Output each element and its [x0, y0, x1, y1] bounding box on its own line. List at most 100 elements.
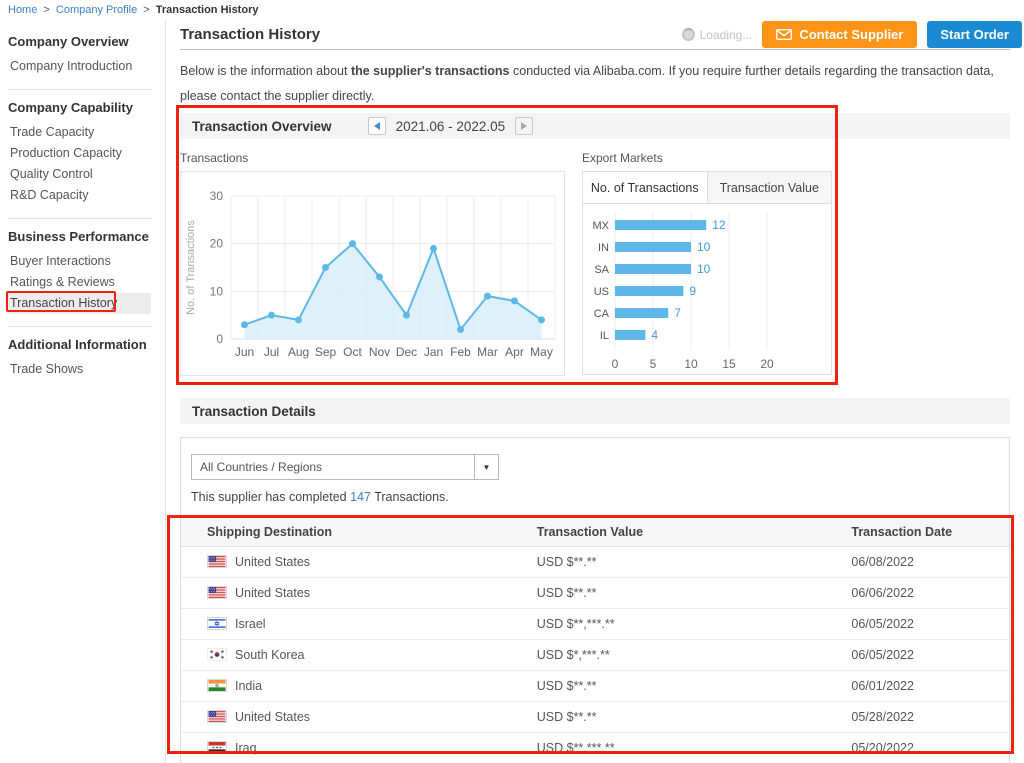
svg-text:5: 5 — [650, 357, 657, 371]
transactions-table: Shipping DestinationTransaction ValueTra… — [181, 516, 1009, 763]
svg-text:Oct: Oct — [343, 345, 362, 359]
transaction-value: USD $**.** — [529, 547, 844, 578]
svg-text:May: May — [530, 345, 553, 359]
svg-text:12: 12 — [712, 218, 726, 232]
sidebar-section-business-performance: Business PerformanceBuyer InteractionsRa… — [8, 221, 165, 322]
table-row: IraqUSD $**,***.**05/20/2022 — [181, 733, 1009, 763]
svg-text:No. of Transactions: No. of Transactions — [185, 220, 197, 315]
svg-text:IN: IN — [598, 242, 609, 254]
flag-il-icon — [207, 617, 227, 630]
sidebar-item-r-d-capacity[interactable]: R&D Capacity — [8, 185, 165, 206]
sidebar-item-ratings-reviews[interactable]: Ratings & Reviews — [8, 272, 165, 293]
flag-us-icon — [207, 555, 227, 568]
export-markets-label: Export Markets — [582, 151, 832, 166]
table-row: United States USD $**.**06/06/2022 — [181, 578, 1009, 609]
transaction-date: 06/01/2022 — [843, 671, 1009, 702]
annotation-box-sidebar — [6, 291, 116, 312]
tab-no-of-transactions[interactable]: No. of Transactions — [583, 172, 708, 203]
chevron-right-icon — [521, 122, 527, 130]
flag-us-icon — [207, 710, 227, 723]
breadcrumb: Home > Company Profile > Transaction His… — [0, 0, 1024, 20]
transaction-date: 06/08/2022 — [843, 547, 1009, 578]
page-title: Transaction History — [180, 26, 320, 43]
date-range-nav: 2021.06 - 2022.05 — [368, 117, 534, 135]
svg-text:10: 10 — [697, 240, 711, 254]
sidebar-divider — [8, 326, 151, 327]
svg-text:Mar: Mar — [477, 345, 498, 359]
breadcrumb-item-company-profile[interactable]: Company Profile — [56, 4, 137, 16]
transaction-value: USD $*,***.** — [529, 640, 844, 671]
sidebar-item-quality-control[interactable]: Quality Control — [8, 164, 165, 185]
country-filter-value: All Countries / Regions — [192, 460, 474, 474]
column-header-transaction-date: Transaction Date — [843, 517, 1009, 547]
details-title: Transaction Details — [180, 404, 316, 419]
main-content: Transaction History Loading... Contact S… — [180, 20, 1010, 763]
transaction-value: USD $**,***.** — [529, 609, 844, 640]
breadcrumb-item-home[interactable]: Home — [8, 4, 37, 16]
envelope-icon — [776, 29, 792, 40]
shipping-destination: Israel — [235, 617, 266, 631]
svg-text:15: 15 — [722, 357, 736, 371]
sidebar-item-production-capacity[interactable]: Production Capacity — [8, 143, 165, 164]
transaction-date: 05/20/2022 — [843, 733, 1009, 763]
transaction-date: 05/28/2022 — [843, 702, 1009, 733]
sidebar-item-buyer-interactions[interactable]: Buyer Interactions — [8, 251, 165, 272]
transactions-chart-column: Transactions 0102030JunJulAugSepOctNovDe… — [180, 151, 565, 376]
transaction-date: 06/05/2022 — [843, 640, 1009, 671]
shipping-destination: United States — [235, 710, 310, 724]
page-header: Transaction History Loading... Contact S… — [180, 20, 1010, 50]
transaction-value: USD $**,***.** — [529, 733, 844, 763]
breadcrumb-separator: > — [40, 4, 53, 16]
transaction-value: USD $**.** — [529, 671, 844, 702]
svg-text:9: 9 — [689, 284, 696, 298]
sidebar-section-company-overview: Company OverviewCompany Introduction — [8, 26, 165, 85]
svg-text:Sep: Sep — [315, 345, 337, 359]
prev-period-button[interactable] — [368, 117, 386, 135]
svg-text:US: US — [594, 286, 609, 298]
page-description: Below is the information about the suppl… — [180, 59, 1010, 109]
sidebar-item-trade-shows[interactable]: Trade Shows — [8, 359, 165, 380]
sidebar-heading-company-capability: Company Capability — [8, 94, 165, 122]
start-order-label: Start Order — [940, 27, 1009, 42]
table-row: United States USD $**.**05/28/2022 — [181, 702, 1009, 733]
chevron-down-icon: ▼ — [474, 455, 498, 479]
breadcrumb-item-transaction-history: Transaction History — [156, 4, 259, 16]
transaction-details-panel: All Countries / Regions ▼ This supplier … — [180, 437, 1010, 763]
shipping-destination: United States — [235, 555, 310, 569]
svg-text:Feb: Feb — [450, 345, 471, 359]
export-markets-tabs: No. of Transactions Transaction Value — [583, 172, 831, 204]
sidebar-section-additional-information: Additional InformationTrade Shows — [8, 329, 165, 388]
country-filter-dropdown[interactable]: All Countries / Regions ▼ — [191, 454, 499, 480]
next-period-button[interactable] — [515, 117, 533, 135]
transaction-count: 147 — [350, 490, 371, 504]
flag-kr-icon — [207, 648, 227, 661]
date-range-label: 2021.06 - 2022.05 — [396, 119, 506, 134]
sidebar-item-transaction-history[interactable]: Transaction History — [8, 293, 151, 314]
svg-text:4: 4 — [651, 328, 658, 342]
sidebar-heading-company-overview: Company Overview — [8, 28, 165, 56]
flag-us-icon — [207, 586, 227, 599]
shipping-destination: United States — [235, 586, 310, 600]
sidebar-item-company-introduction[interactable]: Company Introduction — [8, 56, 165, 77]
svg-text:SA: SA — [594, 264, 609, 276]
svg-text:MX: MX — [593, 220, 610, 232]
transactions-summary: This supplier has completed 147 Transact… — [191, 490, 999, 504]
contact-supplier-button[interactable]: Contact Supplier — [762, 21, 917, 48]
line-chart-svg: 0102030JunJulAugSepOctNovDecJanFebMarApr… — [181, 172, 564, 375]
svg-text:CA: CA — [594, 308, 610, 320]
column-header-transaction-value: Transaction Value — [529, 517, 844, 547]
transaction-date: 06/06/2022 — [843, 578, 1009, 609]
svg-text:Nov: Nov — [369, 345, 390, 359]
start-order-button[interactable]: Start Order — [927, 21, 1022, 48]
transaction-value: USD $**.** — [529, 578, 844, 609]
svg-text:Dec: Dec — [396, 345, 417, 359]
transaction-date: 06/05/2022 — [843, 609, 1009, 640]
bar-chart-svg: 05101520MX12IN10SA10US9CA7IL4 — [583, 204, 831, 372]
details-header-bar: Transaction Details — [180, 398, 1010, 424]
transaction-overview-section: Transaction Overview 2021.06 - 2022.05 T… — [180, 113, 1010, 388]
transaction-value: USD $**.** — [529, 702, 844, 733]
sidebar-item-trade-capacity[interactable]: Trade Capacity — [8, 122, 165, 143]
svg-text:Jan: Jan — [424, 345, 443, 359]
tab-transaction-value[interactable]: Transaction Value — [708, 172, 832, 203]
table-row: South KoreaUSD $*,***.**06/05/2022 — [181, 640, 1009, 671]
